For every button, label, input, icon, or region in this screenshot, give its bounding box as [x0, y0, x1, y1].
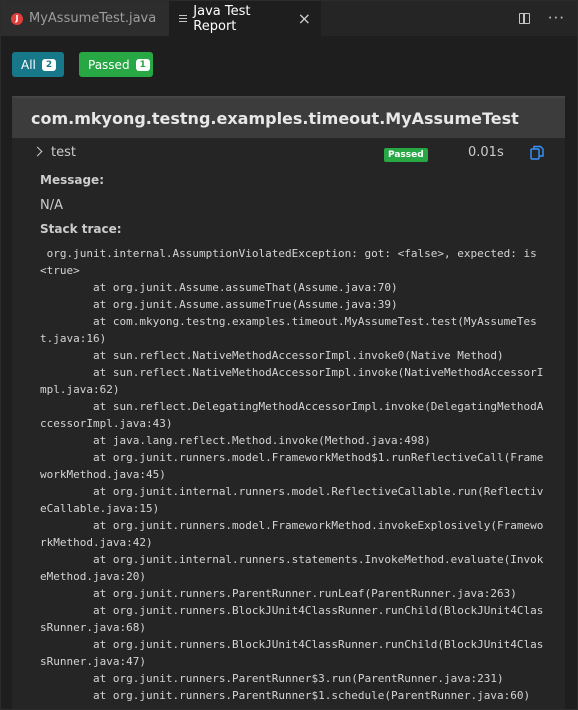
stack-trace-label: Stack trace:	[40, 222, 122, 236]
message-label: Message:	[40, 173, 104, 187]
filter-all-label: All	[21, 57, 36, 72]
tab-java-test-report[interactable]: Java Test Report ×	[169, 1, 321, 36]
java-file-icon: J	[11, 12, 23, 25]
test-name: test	[51, 145, 76, 160]
editor-actions: ···	[518, 1, 565, 36]
test-row[interactable]: test Passed 0.01s	[12, 138, 565, 168]
test-duration: 0.01s	[468, 145, 504, 160]
stack-trace: org.junit.internal.AssumptionViolatedExc…	[40, 247, 544, 702]
test-suite-card: com.mkyong.testng.examples.timeout.MyAss…	[12, 96, 565, 709]
split-editor-icon[interactable]	[518, 13, 530, 24]
editor-tab-bar: J MyAssumeTest.java Java Test Report × ·…	[1, 1, 577, 36]
tab-myassumetest-java[interactable]: J MyAssumeTest.java	[1, 1, 169, 36]
report-icon	[179, 13, 188, 24]
filter-all-button[interactable]: All 2	[12, 52, 64, 77]
chevron-right-icon[interactable]	[32, 146, 43, 157]
suite-title: com.mkyong.testng.examples.timeout.MyAss…	[12, 96, 565, 138]
tab-label: MyAssumeTest.java	[29, 11, 157, 26]
close-icon[interactable]: ×	[298, 10, 311, 27]
test-report-window: J MyAssumeTest.java Java Test Report × ·…	[0, 0, 578, 710]
filter-passed-button[interactable]: Passed 1	[79, 52, 153, 77]
tab-label: Java Test Report	[193, 3, 251, 34]
filter-passed-label: Passed	[88, 57, 130, 72]
message-value: N/A	[40, 198, 63, 213]
status-badge: Passed	[384, 148, 428, 162]
more-actions-icon[interactable]: ···	[548, 11, 565, 26]
filter-all-count: 2	[41, 58, 57, 71]
copy-icon[interactable]	[530, 145, 544, 160]
filter-passed-count: 1	[135, 58, 150, 71]
result-filters: All 2 Passed 1	[12, 52, 153, 77]
